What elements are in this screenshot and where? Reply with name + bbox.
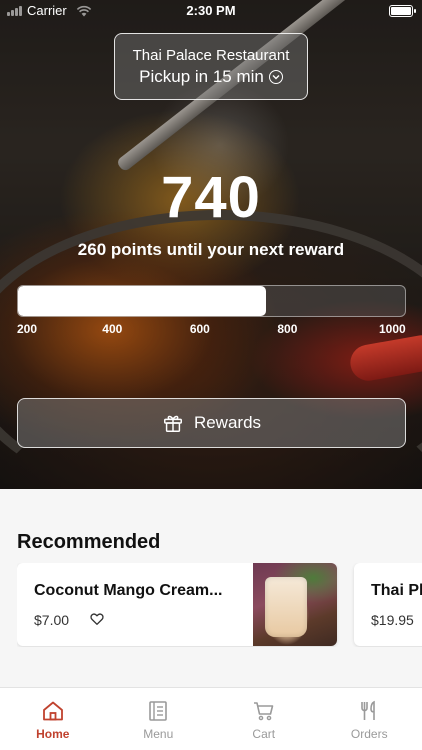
restaurant-selector[interactable]: Thai Palace Restaurant Pickup in 15 min — [114, 33, 308, 100]
status-bar: Carrier 2:30 PM — [0, 0, 422, 22]
item-price: $19.95 — [371, 612, 414, 628]
tab-cart[interactable]: Cart — [211, 688, 317, 750]
points-progress-fill — [18, 286, 266, 316]
scale-label: 200 — [17, 322, 38, 336]
scale-label: 1000 — [379, 322, 406, 336]
tab-bar: Home Menu Cart Orders — [0, 687, 422, 750]
tab-label: Cart — [252, 727, 276, 741]
recommended-item-card[interactable]: Coconut Mango Cream... $7.00 — [17, 563, 337, 646]
item-image — [253, 563, 337, 646]
menu-icon — [149, 701, 168, 721]
tab-label: Menu — [143, 727, 174, 741]
heart-icon[interactable] — [89, 611, 105, 627]
tab-home[interactable]: Home — [0, 688, 106, 750]
home-icon — [42, 701, 63, 721]
pickup-time: Pickup in 15 min — [139, 67, 264, 86]
scale-label: 400 — [102, 322, 123, 336]
restaurant-name: Thai Palace Restaurant — [132, 47, 290, 64]
recommended-title: Recommended — [17, 531, 161, 553]
item-name: Thai Ph — [371, 582, 422, 599]
rewards-button[interactable]: Rewards — [17, 398, 406, 448]
recommended-carousel[interactable]: Coconut Mango Cream... $7.00 Thai Ph $19… — [17, 563, 422, 647]
recommended-item-card[interactable]: Thai Ph $19.95 — [354, 563, 422, 646]
orders-icon — [361, 700, 376, 720]
tab-label: Orders — [350, 727, 388, 741]
status-time: 2:30 PM — [186, 3, 236, 18]
progress-scale: 200 400 600 800 1000 — [17, 322, 406, 338]
tab-label: Home — [36, 727, 70, 741]
rewards-label: Rewards — [193, 413, 262, 432]
points-caption: 260 points until your next reward — [77, 240, 345, 259]
item-price: $7.00 — [34, 612, 70, 628]
scale-label: 600 — [189, 322, 210, 336]
battery-icon — [389, 5, 416, 17]
tab-menu[interactable]: Menu — [106, 688, 212, 750]
scale-label: 800 — [277, 322, 298, 336]
points-progress-bar — [17, 285, 406, 317]
cart-icon — [253, 702, 274, 721]
points-value: 740 — [161, 165, 261, 230]
tab-orders[interactable]: Orders — [317, 688, 422, 750]
item-name: Coconut Mango Cream... — [34, 582, 223, 599]
chevron-down-icon — [268, 70, 283, 84]
gift-icon — [163, 415, 182, 432]
